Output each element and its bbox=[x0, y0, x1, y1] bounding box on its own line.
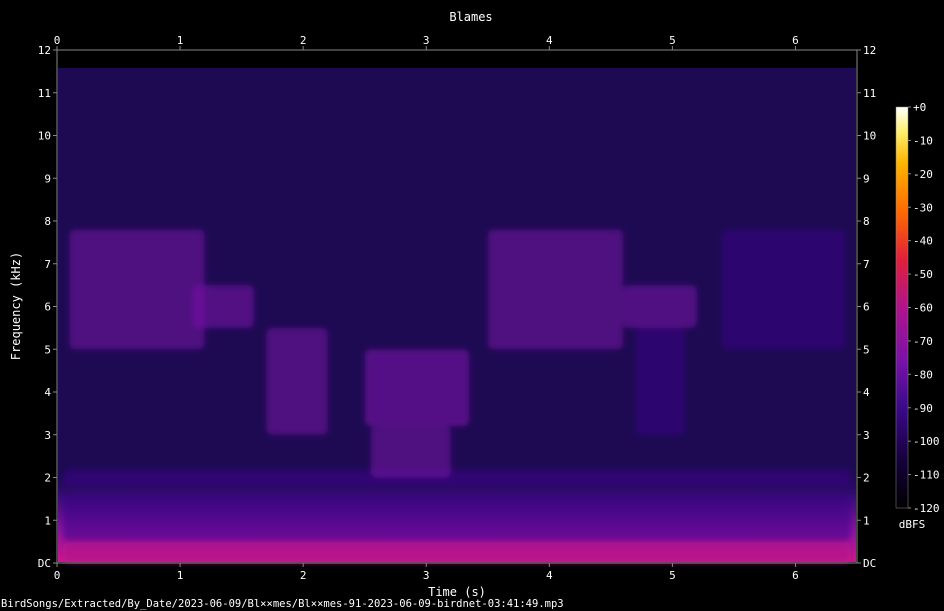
y-tick-right-label: 7 bbox=[863, 258, 870, 271]
x-tick-top-label: 6 bbox=[792, 34, 799, 47]
spectral-event bbox=[370, 426, 451, 478]
x-axis-top-ticks: 0 1 2 3 4 5 6 bbox=[54, 34, 799, 50]
colorbar-tick-label: +0 bbox=[913, 101, 926, 114]
x-tick-top-label: 3 bbox=[423, 34, 430, 47]
y-axis-right-ticks: DC123456789101112 bbox=[857, 44, 876, 570]
colorbar-tick-label: -70 bbox=[913, 335, 933, 348]
colorbar-tick-label: -40 bbox=[913, 235, 933, 248]
y-tick-left-label: 2 bbox=[44, 472, 51, 485]
spectral-event bbox=[623, 285, 697, 328]
y-tick-right-label: 9 bbox=[863, 172, 870, 185]
y-tick-left-label: 5 bbox=[44, 343, 51, 356]
y-tick-left-label: 3 bbox=[44, 429, 51, 442]
spectral-event bbox=[63, 541, 851, 563]
colorbar-tick-label: -60 bbox=[913, 302, 933, 315]
y-tick-left-label: 11 bbox=[38, 87, 51, 100]
colorbar-ticks: +0 -10 -20 -30 -40 -50 -60 -70 -80 -90 -100 -110 -12… bbox=[908, 101, 940, 515]
spectral-event bbox=[266, 327, 328, 435]
y-tick-left-label: 6 bbox=[44, 301, 51, 314]
spectral-event bbox=[69, 229, 205, 350]
spectral-event bbox=[364, 349, 470, 427]
spectrogram-chart: Blames 0123456 0123456 DC123456789101112… bbox=[1, 10, 940, 610]
x-tick-top-label: 5 bbox=[669, 34, 676, 47]
spectral-event bbox=[635, 327, 685, 435]
y-tick-right-label: 6 bbox=[863, 301, 870, 314]
y-tick-left-label: 1 bbox=[44, 514, 51, 527]
y-tick-left-label: 7 bbox=[44, 258, 51, 271]
y-tick-left-label: 4 bbox=[44, 386, 51, 399]
plot-area bbox=[56, 49, 858, 564]
file-path: BirdSongs/Extracted/By_Date/2023-06-09/B… bbox=[1, 598, 564, 610]
spectral-event bbox=[63, 494, 851, 542]
y-tick-right-label: 5 bbox=[863, 343, 870, 356]
y-tick-right-label: 8 bbox=[863, 215, 870, 228]
y-tick-right-label: DC bbox=[863, 557, 876, 570]
colorbar-tick-label: -10 bbox=[913, 134, 933, 147]
x-tick-top-label: 0 bbox=[54, 34, 61, 47]
colorbar-tick-label: -100 bbox=[913, 435, 940, 448]
y-tick-left-label: 8 bbox=[44, 215, 51, 228]
x-tick-top-label: 2 bbox=[300, 34, 307, 47]
y-tick-right-label: 12 bbox=[863, 44, 876, 57]
colorbar-tick-label: -120 bbox=[913, 502, 940, 515]
chart-title: Blames bbox=[449, 10, 492, 24]
colorbar-gradient bbox=[895, 106, 909, 509]
colorbar-label: dBFS bbox=[899, 518, 926, 531]
x-tick-top-label: 1 bbox=[177, 34, 184, 47]
x-tick-bottom-label: 1 bbox=[177, 569, 184, 582]
x-tick-bottom-label: 0 bbox=[54, 569, 61, 582]
colorbar-tick-label: -110 bbox=[913, 469, 940, 482]
spectral-event bbox=[721, 229, 845, 350]
y-tick-right-label: 3 bbox=[863, 429, 870, 442]
x-tick-bottom-label: 4 bbox=[546, 569, 553, 582]
colorbar-tick-label: -80 bbox=[913, 368, 933, 381]
x-tick-bottom-label: 5 bbox=[669, 569, 676, 582]
y-tick-right-label: 2 bbox=[863, 472, 870, 485]
y-tick-left-label: 10 bbox=[38, 130, 51, 143]
y-tick-right-label: 4 bbox=[863, 386, 870, 399]
x-tick-top-label: 4 bbox=[546, 34, 553, 47]
spectral-event bbox=[63, 468, 851, 487]
x-axis-bottom-ticks: 0 1 2 3 4 5 6 bbox=[54, 563, 799, 582]
x-tick-bottom-label: 6 bbox=[792, 569, 799, 582]
x-tick-bottom-label: 2 bbox=[300, 569, 307, 582]
colorbar: +0 -10 -20 -30 -40 -50 -60 -70 -80 -90 -100 -110 -12… bbox=[895, 101, 940, 531]
y-tick-right-label: 11 bbox=[863, 87, 876, 100]
y-tick-left-label: 9 bbox=[44, 172, 51, 185]
y-tick-right-label: 10 bbox=[863, 130, 876, 143]
x-axis-label: Time (s) bbox=[428, 585, 486, 599]
y-tick-left-label: DC bbox=[38, 557, 51, 570]
y-tick-left-label: 12 bbox=[38, 44, 51, 57]
y-axis-label: Frequency (kHz) bbox=[9, 252, 23, 360]
colorbar-tick-label: -30 bbox=[913, 201, 933, 214]
y-axis-left-ticks: DC123456789101112 bbox=[38, 44, 57, 570]
colorbar-tick-label: -50 bbox=[913, 268, 933, 281]
colorbar-tick-label: -90 bbox=[913, 402, 933, 415]
spectral-event bbox=[487, 229, 624, 350]
spectral-event bbox=[192, 285, 254, 328]
y-tick-right-label: 1 bbox=[863, 514, 870, 527]
colorbar-tick-label: -20 bbox=[913, 168, 933, 181]
x-tick-bottom-label: 3 bbox=[423, 569, 430, 582]
